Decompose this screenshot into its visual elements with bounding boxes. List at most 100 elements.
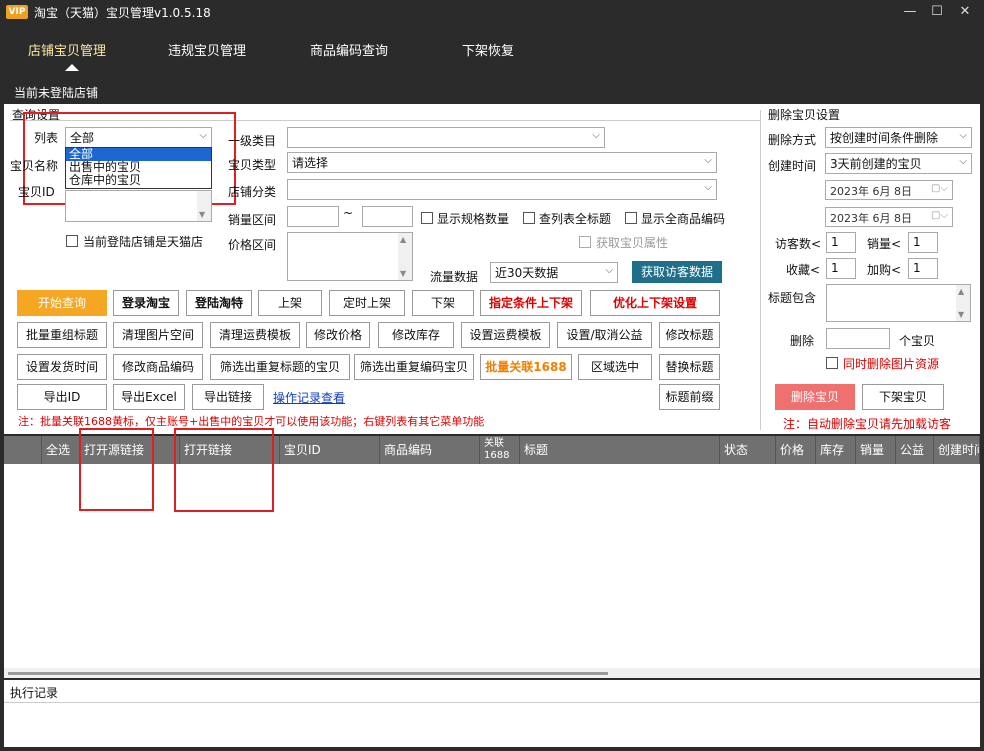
traffic-value: 近30天数据 [495,266,559,280]
date-picker-1[interactable]: 2023年 6月 8日 ▢⌵ [825,180,953,200]
ship-time-button[interactable]: 设置发货时间 [17,354,107,380]
date-picker-2[interactable]: 2023年 6月 8日 ▢⌵ [825,207,953,227]
dup-code-button[interactable]: 筛选出重复编码宝贝 [354,354,474,380]
col-sales[interactable]: 销量 [856,436,896,464]
conditional-shelf-button[interactable]: 指定条件上下架 [480,290,582,316]
tmall-checkbox[interactable] [66,235,78,247]
spec-count-checkbox[interactable] [421,212,433,224]
tab-shop-items[interactable]: 店铺宝贝管理 [28,40,106,59]
cart-input[interactable]: 1 [908,258,938,279]
tab-violation-items[interactable]: 违规宝贝管理 [168,40,246,59]
fav-input[interactable]: 1 [826,258,856,279]
col-stock[interactable]: 库存 [816,436,856,464]
delete-items-button[interactable]: 删除宝贝 [775,384,855,410]
scrollbar[interactable]: ▲ ▼ [956,285,970,321]
tab-code-query[interactable]: 商品编码查询 [310,40,388,59]
optimize-shelf-button[interactable]: 优化上下架设置 [590,290,720,316]
scrollbar[interactable]: ▲ ▼ [398,233,412,280]
sales-min-input[interactable] [287,206,339,227]
scroll-up-icon[interactable]: ▲ [958,287,964,296]
clean-image-button[interactable]: 清理图片空间 [113,322,203,348]
item-attr-checkbox[interactable] [579,236,591,248]
chevron-down-icon: ⌵ [959,130,967,141]
export-id-button[interactable]: 导出ID [17,384,107,410]
set-freight-button[interactable]: 设置运费模板 [461,322,550,348]
delete-group-title: 删除宝贝设置 [768,108,841,122]
log-view-link[interactable]: 操作记录查看 [273,389,345,406]
clean-freight-button[interactable]: 清理运费模板 [210,322,300,348]
offshelf-button[interactable]: 下架 [412,290,474,316]
replace-title-button[interactable]: 替换标题 [659,354,720,380]
col-select-all[interactable]: 全选 [42,436,80,464]
region-select-button[interactable]: 区域选中 [578,354,652,380]
item-id-input[interactable]: ▼ [65,190,212,222]
scroll-up-icon[interactable]: ▲ [400,235,406,244]
login-taobao-button[interactable]: 登录淘宝 [113,290,179,316]
offshelf-items-button[interactable]: 下架宝贝 [862,384,944,410]
edit-stock-button[interactable]: 修改库存 [378,322,454,348]
sales-range-sep: ~ [343,206,354,220]
price-range-input[interactable]: ▲ ▼ [287,232,413,281]
sales-lt-input[interactable]: 1 [908,232,938,253]
sales-lt-label: 销量< [867,237,902,251]
title-contains-input[interactable]: ▲ ▼ [826,284,971,322]
title-contains-label: 标题包含 [768,291,817,305]
top-nav [0,24,984,104]
col-link-1688[interactable]: 关联1688 [480,436,520,464]
edit-code-button[interactable]: 修改商品编码 [113,354,203,380]
col-blank [4,436,42,464]
sales-max-input[interactable] [362,206,413,227]
window-title: 淘宝（天猫）宝贝管理v1.0.5.18 [34,6,211,20]
create-time-select[interactable]: 3天前创建的宝贝 ⌵ [825,153,972,174]
log-divider [4,702,980,703]
minimize-button[interactable]: — [900,4,920,20]
scroll-down-icon[interactable]: ▼ [400,269,406,278]
maximize-button[interactable]: ☐ [927,4,947,20]
dup-title-button[interactable]: 筛选出重复标题的宝贝 [210,354,350,380]
calendar-icon[interactable]: ▢⌵ [931,183,948,194]
col-item-code[interactable]: 商品编码 [380,436,480,464]
export-excel-button[interactable]: 导出Excel [113,384,185,410]
full-title-checkbox[interactable] [523,212,535,224]
cat1-select[interactable]: ⌵ [287,127,605,148]
delete-images-checkbox[interactable] [826,357,838,369]
edit-price-button[interactable]: 修改价格 [306,322,370,348]
tmall-checkbox-label: 当前登陆店铺是天猫店 [83,235,204,249]
onshelf-button[interactable]: 上架 [258,290,322,316]
tab-restore[interactable]: 下架恢复 [462,40,514,59]
all-code-checkbox[interactable] [625,212,637,224]
delete-method-select[interactable]: 按创建时间条件删除 ⌵ [825,127,972,148]
visitors-input[interactable]: 1 [826,232,856,253]
scheduled-onshelf-button[interactable]: 定时上架 [329,290,405,316]
scroll-down-icon[interactable]: ▼ [199,210,205,219]
start-query-button[interactable]: 开始查询 [17,290,107,316]
calendar-icon[interactable]: ▢⌵ [931,210,948,221]
note-left: 注：批量关联1688黄标，仅主账号+出售中的宝贝才可以使用该功能；右键列表有其它… [18,415,485,428]
col-create-time[interactable]: 创建时间 [934,436,980,464]
charity-button[interactable]: 设置/取消公益 [557,322,652,348]
close-button[interactable]: ✕ [955,4,975,20]
create-time-label: 创建时间 [768,159,817,173]
type-select[interactable]: 请选择 ⌵ [287,152,717,173]
rebuild-title-button[interactable]: 批量重组标题 [17,322,107,348]
scrollbar[interactable]: ▼ [197,191,211,221]
fetch-traffic-button[interactable]: 获取访客数据 [632,261,722,283]
col-status[interactable]: 状态 [720,436,776,464]
login-status: 当前未登陆店铺 [14,86,99,100]
export-link-button[interactable]: 导出链接 [192,384,264,410]
edit-title-button[interactable]: 修改标题 [659,322,720,348]
scroll-down-icon[interactable]: ▼ [958,310,964,319]
delete-count-input[interactable] [826,328,890,349]
col-price[interactable]: 价格 [776,436,816,464]
table-hscroll-thumb[interactable] [8,672,608,675]
col-title[interactable]: 标题 [520,436,720,464]
login-taote-button[interactable]: 登陆淘特 [186,290,252,316]
chevron-down-icon: ⌵ [959,156,967,167]
col-charity[interactable]: 公益 [896,436,934,464]
title-prefix-button[interactable]: 标题前缀 [659,384,720,410]
traffic-select[interactable]: 近30天数据 ⌵ [490,262,618,283]
col-item-id[interactable]: 宝贝ID [280,436,380,464]
create-time-value: 3天前创建的宝贝 [830,157,922,171]
shopcat-select[interactable]: ⌵ [287,179,717,200]
link-1688-button[interactable]: 批量关联1688 [480,354,572,380]
